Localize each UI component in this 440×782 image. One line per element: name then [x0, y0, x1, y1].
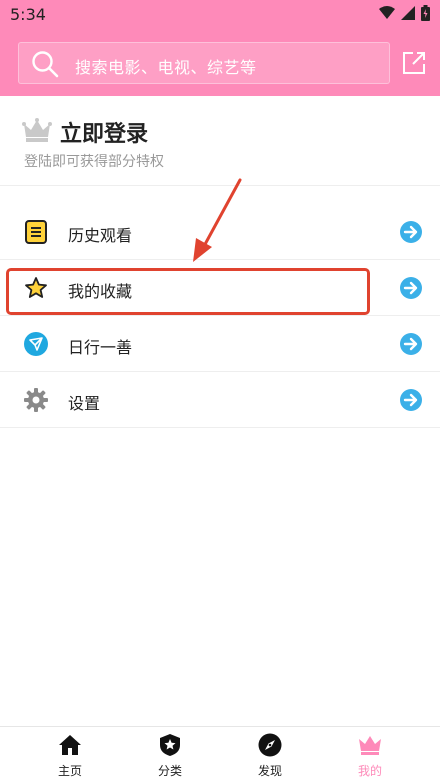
tab-discover[interactable]: 发现 — [220, 727, 320, 782]
wifi-icon — [379, 6, 395, 19]
search-placeholder: 搜索电影、电视、综艺等 — [75, 58, 257, 77]
search-icon — [32, 51, 59, 78]
menu-item-label: 历史观看 — [68, 226, 133, 245]
shield-star-icon — [160, 734, 180, 756]
search-input[interactable]: 搜索电影、电视、综艺等 — [18, 42, 390, 84]
signal-icon — [401, 6, 415, 20]
tab-mine[interactable]: 我的 — [320, 727, 420, 782]
arrow-right-icon — [400, 333, 422, 355]
menu-item-label: 设置 — [68, 394, 101, 413]
arrow-right-icon — [400, 221, 422, 243]
annotation-arrow-icon — [193, 178, 242, 262]
battery-icon — [421, 5, 430, 21]
tab-label: 分类 — [157, 764, 182, 778]
tab-label: 发现 — [257, 764, 282, 778]
tab-home[interactable]: 主页 — [20, 727, 120, 782]
tab-label: 我的 — [357, 764, 382, 778]
arrow-right-icon — [400, 277, 422, 299]
compass-icon — [258, 733, 282, 757]
tab-label: 主页 — [57, 764, 82, 778]
login-subtitle: 登陆即可获得部分特权 — [24, 154, 164, 170]
bottom-tab-bar: 主页 分类 发现 我的 — [0, 726, 440, 782]
status-time: 5:34 — [10, 5, 46, 24]
crown-icon — [22, 118, 52, 142]
history-icon — [25, 220, 47, 244]
annotation-highlight-box — [6, 268, 370, 315]
app-header: 5:34 搜索电影、电视、综艺等 — [0, 0, 440, 96]
status-icons — [379, 5, 430, 21]
home-icon — [59, 735, 81, 755]
tab-category[interactable]: 分类 — [120, 727, 220, 782]
login-section[interactable]: 立即登录 登陆即可获得部分特权 — [0, 96, 440, 186]
gear-icon — [24, 388, 48, 412]
crown-icon — [359, 736, 381, 755]
login-title[interactable]: 立即登录 — [60, 116, 148, 148]
menu-item-settings[interactable]: 设置 — [0, 372, 440, 428]
arrow-right-icon — [400, 389, 422, 411]
paper-plane-icon — [24, 332, 48, 356]
menu-item-label: 日行一善 — [68, 338, 133, 357]
status-bar: 5:34 — [0, 0, 440, 30]
menu-item-daily-good-deed[interactable]: 日行一善 — [0, 316, 440, 372]
share-icon[interactable] — [401, 50, 427, 76]
